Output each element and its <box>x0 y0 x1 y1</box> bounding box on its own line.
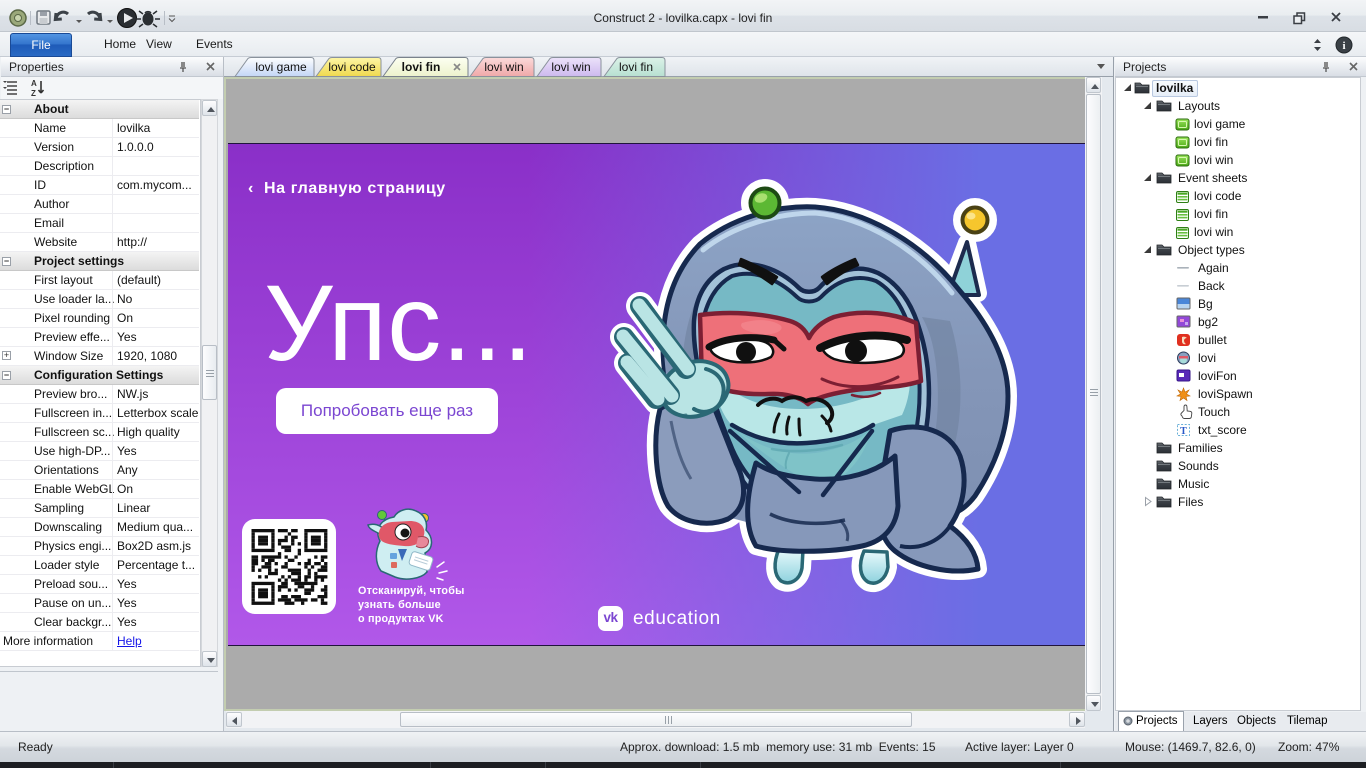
svg-text:A: A <box>31 79 37 88</box>
svg-text:lovi fin: lovi fin <box>402 60 441 74</box>
svg-text:T: T <box>1180 426 1187 437</box>
svg-text:lovi win: lovi win <box>484 60 523 74</box>
svg-text:lovi code: lovi code <box>328 60 376 74</box>
svg-text:lovi win: lovi win <box>551 60 590 74</box>
svg-text:Z: Z <box>31 89 36 98</box>
svg-text:lovi fin: lovi fin <box>619 60 653 74</box>
svg-text:i: i <box>1342 40 1345 52</box>
svg-text:lovi game: lovi game <box>255 60 307 74</box>
